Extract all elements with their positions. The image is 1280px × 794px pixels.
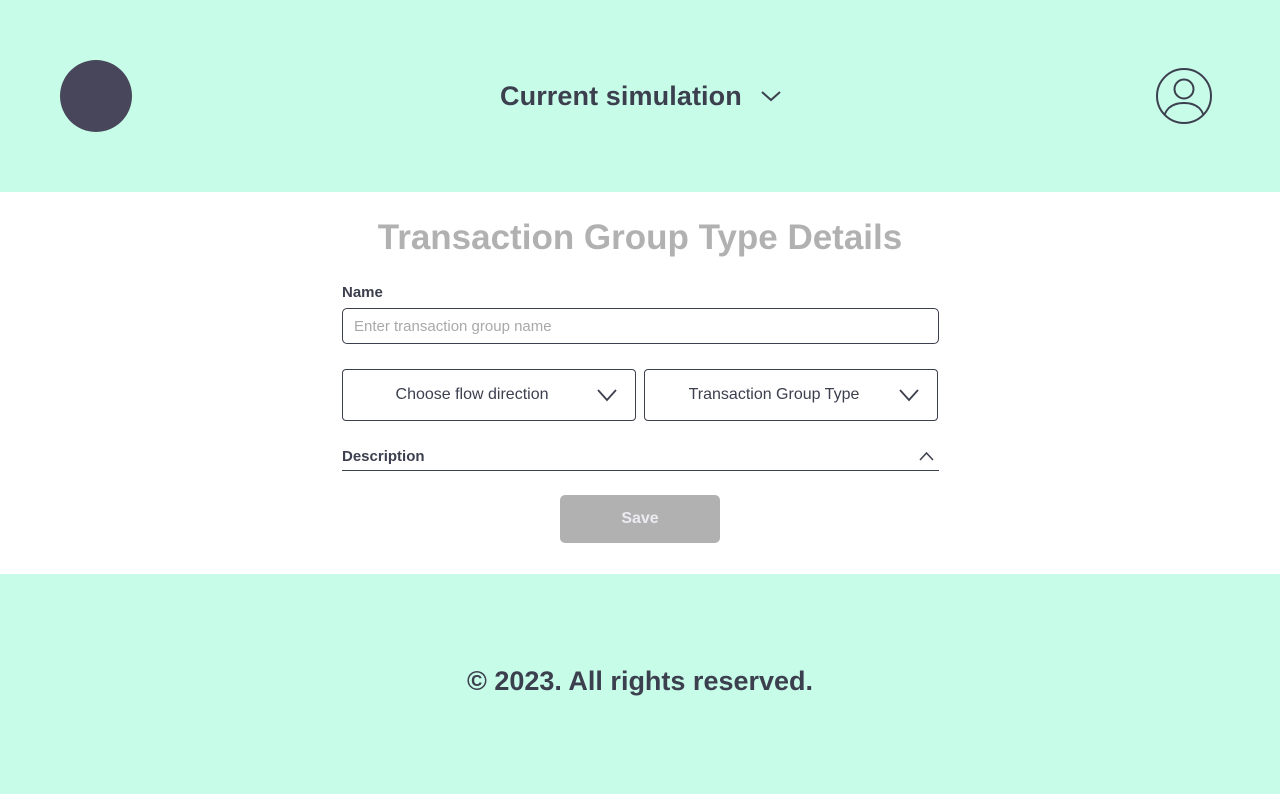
user-account-button[interactable] (1155, 67, 1213, 125)
app-logo[interactable] (60, 60, 132, 132)
flow-direction-value: Choose flow direction (395, 386, 549, 403)
name-label: Name (342, 284, 383, 301)
name-input[interactable] (342, 308, 939, 344)
user-account-icon (1156, 68, 1212, 124)
chevron-down-icon (597, 389, 617, 402)
page-title: Transaction Group Type Details (377, 218, 903, 257)
chevron-down-icon (761, 91, 781, 102)
description-label: Description (342, 448, 425, 465)
save-button[interactable]: Save (560, 495, 720, 543)
simulation-title: Current simulation (500, 80, 742, 111)
group-type-select[interactable]: Transaction Group Type (644, 369, 938, 421)
description-toggle[interactable]: Description (342, 446, 939, 471)
simulation-selector[interactable]: Current simulation (500, 74, 782, 118)
main-content: Transaction Group Type Details Name Choo… (0, 192, 1280, 574)
app-footer: © 2023. All rights reserved. (0, 574, 1280, 794)
copyright-text: © 2023. All rights reserved. (466, 666, 814, 696)
flow-direction-select[interactable]: Choose flow direction (342, 369, 636, 421)
chevron-down-icon (899, 389, 919, 402)
group-type-value: Transaction Group Type (688, 386, 860, 403)
chevron-up-icon (919, 451, 934, 461)
app-header: Current simulation (0, 0, 1280, 192)
